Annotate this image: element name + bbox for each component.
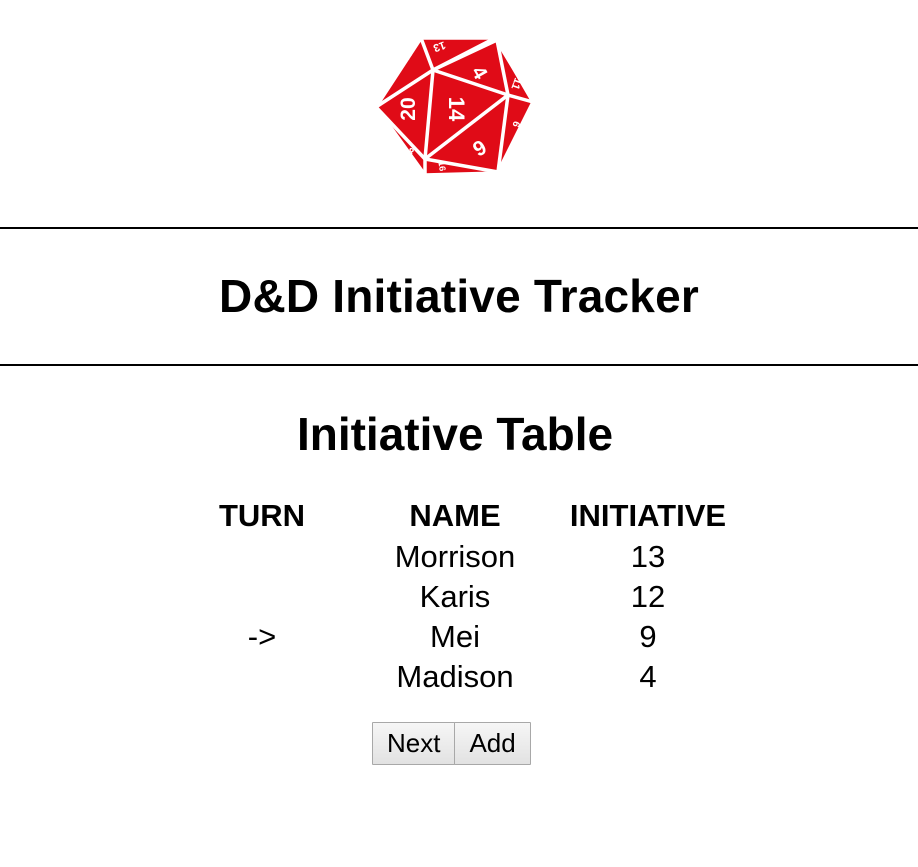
combatant-name: Madison [396, 659, 514, 694]
site-title: D&D Initiative Tracker [219, 270, 699, 322]
initiative-value: 4 [639, 659, 657, 694]
table-row: Morrison 13 [162, 537, 748, 577]
turn-indicator [162, 577, 362, 617]
combatant-name: Morrison [394, 539, 516, 574]
table-controls: Next Add [372, 722, 531, 765]
header-divider-bottom [0, 364, 918, 366]
d20-face-14: 14 [444, 97, 469, 122]
initiative-value: 9 [639, 619, 657, 654]
table-header-row: TURN NAME INITIATIVE [162, 495, 748, 537]
header-divider-top [0, 227, 918, 229]
initiative-table-title: Initiative Table [296, 408, 614, 460]
column-header-name: NAME [409, 498, 501, 533]
initiative-value: 13 [630, 539, 666, 574]
table-row: -> Mei 9 [162, 617, 748, 657]
turn-indicator: -> [247, 619, 277, 654]
add-button[interactable]: Add [454, 722, 531, 765]
table-row: Karis 12 [162, 577, 748, 617]
initiative-table: TURN NAME INITIATIVE Morrison 13 Karis 1… [162, 495, 748, 697]
combatant-name: Mei [430, 619, 480, 654]
d20-face-20: 20 [397, 97, 420, 120]
column-header-initiative: INITIATIVE [569, 498, 727, 533]
d20-face-16: 16 [436, 160, 448, 172]
column-header-turn: TURN [218, 498, 306, 533]
d20-icon: 14 20 4 6 13 11 2 9 8 16 [374, 36, 537, 177]
turn-indicator [162, 657, 362, 697]
turn-indicator [162, 537, 362, 577]
initiative-value: 12 [630, 579, 666, 614]
table-row: Madison 4 [162, 657, 748, 697]
page: 14 20 4 6 13 11 2 9 8 16 D&D Initiative … [0, 0, 918, 867]
next-button[interactable]: Next [372, 722, 456, 765]
combatant-name: Karis [419, 579, 491, 614]
